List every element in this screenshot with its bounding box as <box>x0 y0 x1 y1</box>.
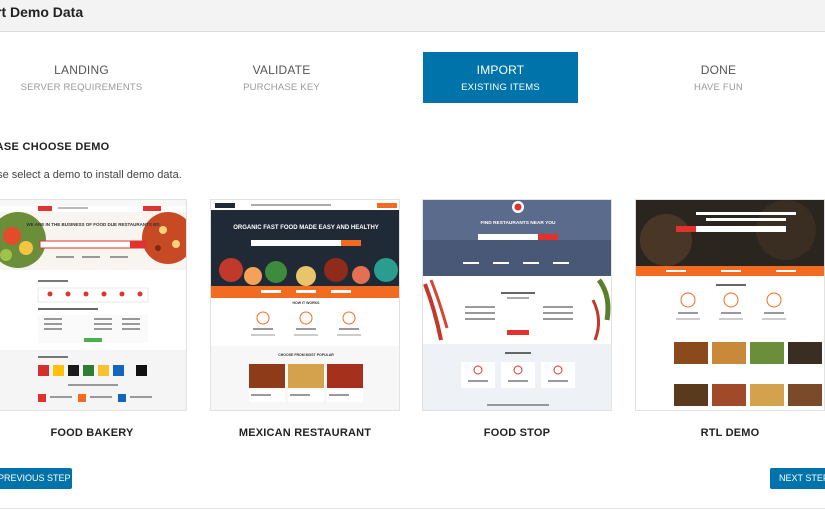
step-label: IMPORT <box>476 63 525 77</box>
next-step-button[interactable]: NEXT STEP <box>770 468 825 489</box>
mexican-restaurant-preview-image: ORGANIC FAST FOOD MADE EASY AND HEALTHY … <box>211 200 399 410</box>
demo-name-food-stop: FOOD STOP <box>483 427 551 439</box>
step-import[interactable]: IMPORT EXISTING ITEMS <box>423 52 578 103</box>
divider <box>0 508 825 509</box>
demo-name-mexican-restaurant: MEXICAN RESTAURANT <box>238 427 372 439</box>
mexican-section-text-2: CHOOSE FROM MOST POPULAR <box>278 353 334 357</box>
setup-wizard: rt Demo Data LANDING SERVER REQUIREMENTS… <box>0 0 825 510</box>
food-stop-preview-image: FIND RESTAURANTS NEAR YOU <box>423 200 611 410</box>
demo-card-rtl-demo[interactable] <box>635 199 825 411</box>
step-sublabel: PURCHASE KEY <box>243 82 320 93</box>
step-label: VALIDATE <box>252 63 311 77</box>
food-stop-hero-text: FIND RESTAURANTS NEAR YOU <box>481 220 557 226</box>
step-sublabel: HAVE FUN <box>694 82 743 93</box>
demo-card-mexican-restaurant[interactable]: ORGANIC FAST FOOD MADE EASY AND HEALTHY … <box>210 199 400 411</box>
previous-step-button[interactable]: PREVIOUS STEP <box>0 468 72 489</box>
food-bakery-hero-text: WE ARE IN THE BUSINESS OF FOOD DUE RESTA… <box>26 222 160 227</box>
window-title: rt Demo Data <box>0 4 84 20</box>
step-sublabel: SERVER REQUIREMENTS <box>20 82 143 93</box>
demo-card-food-bakery[interactable]: WE ARE IN THE BUSINESS OF FOOD DUE RESTA… <box>0 199 187 411</box>
step-validate[interactable]: VALIDATE PURCHASE KEY <box>204 52 359 103</box>
demo-name-food-bakery: FOOD BAKERY <box>50 427 134 439</box>
demo-name-rtl-demo: RTL DEMO <box>700 427 760 439</box>
section-description: ase select a demo to install demo data. <box>0 169 182 181</box>
rtl-demo-preview-image <box>636 200 824 410</box>
mexican-hero-text: ORGANIC FAST FOOD MADE EASY AND HEALTHY <box>233 225 379 231</box>
step-done[interactable]: DONE HAVE FUN <box>641 52 796 103</box>
mexican-section-text: HOW IT WORKS <box>292 301 320 305</box>
step-landing[interactable]: LANDING SERVER REQUIREMENTS <box>4 52 159 103</box>
step-label: DONE <box>700 63 737 77</box>
section-title: EASE CHOOSE DEMO <box>0 141 110 153</box>
food-bakery-preview-image: WE ARE IN THE BUSINESS OF FOOD DUE RESTA… <box>0 200 186 410</box>
window-titlebar: rt Demo Data <box>0 0 825 32</box>
demo-card-food-stop[interactable]: FIND RESTAURANTS NEAR YOU <box>422 199 612 411</box>
wizard-steps: LANDING SERVER REQUIREMENTS VALIDATE PUR… <box>0 52 825 104</box>
step-sublabel: EXISTING ITEMS <box>461 82 540 93</box>
step-label: LANDING <box>54 63 109 77</box>
